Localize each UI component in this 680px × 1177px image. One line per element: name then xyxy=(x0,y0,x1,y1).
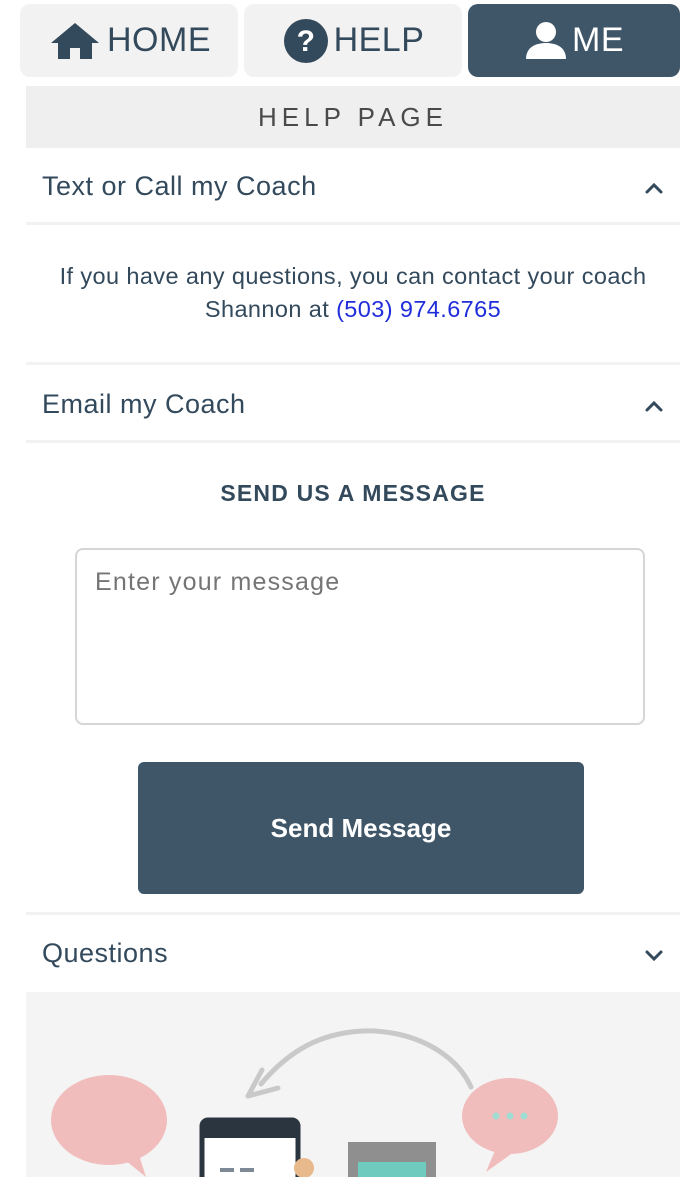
nav-help-label: HELP xyxy=(333,21,425,59)
message-input[interactable] xyxy=(75,548,645,725)
chat-bubble-icon xyxy=(462,1078,558,1172)
divider xyxy=(26,440,680,443)
phone-icon xyxy=(199,1117,314,1177)
chevron-down-icon xyxy=(644,938,664,969)
chevron-up-icon xyxy=(644,171,664,202)
curved-arrow xyxy=(258,1028,474,1090)
section-title-text-call: Text or Call my Coach xyxy=(42,170,317,201)
divider xyxy=(26,222,680,225)
document-icon xyxy=(348,1142,436,1177)
page-title: HELP PAGE xyxy=(26,86,680,148)
divider xyxy=(26,912,680,915)
user-icon xyxy=(524,21,568,61)
top-nav: HOME ? HELP ME xyxy=(0,0,680,82)
nav-home-label: HOME xyxy=(107,21,211,59)
section-title-questions: Questions xyxy=(42,937,169,968)
chevron-up-icon xyxy=(644,389,664,420)
nav-home-tab[interactable]: HOME xyxy=(20,4,238,77)
coach-phone-link[interactable]: (503) 974.6765 xyxy=(336,296,501,322)
send-message-button[interactable]: Send Message xyxy=(138,762,584,894)
section-header-email[interactable]: Email my Coach xyxy=(26,368,680,440)
nav-me-tab[interactable]: ME xyxy=(468,4,680,77)
home-icon xyxy=(47,21,103,61)
contact-info: If you have any questions, you can conta… xyxy=(26,260,680,326)
nav-me-label: ME xyxy=(572,21,624,59)
help-illustration xyxy=(26,992,680,1177)
speech-bubble-icon xyxy=(51,1075,167,1177)
message-heading: SEND US A MESSAGE xyxy=(220,480,486,506)
section-title-email: Email my Coach xyxy=(42,388,246,419)
section-header-text-call[interactable]: Text or Call my Coach xyxy=(26,150,680,222)
help-icon: ? xyxy=(282,17,330,65)
divider xyxy=(26,362,680,365)
svg-text:?: ? xyxy=(296,25,315,58)
nav-help-tab[interactable]: ? HELP xyxy=(244,4,462,77)
section-header-questions[interactable]: Questions xyxy=(26,917,680,989)
